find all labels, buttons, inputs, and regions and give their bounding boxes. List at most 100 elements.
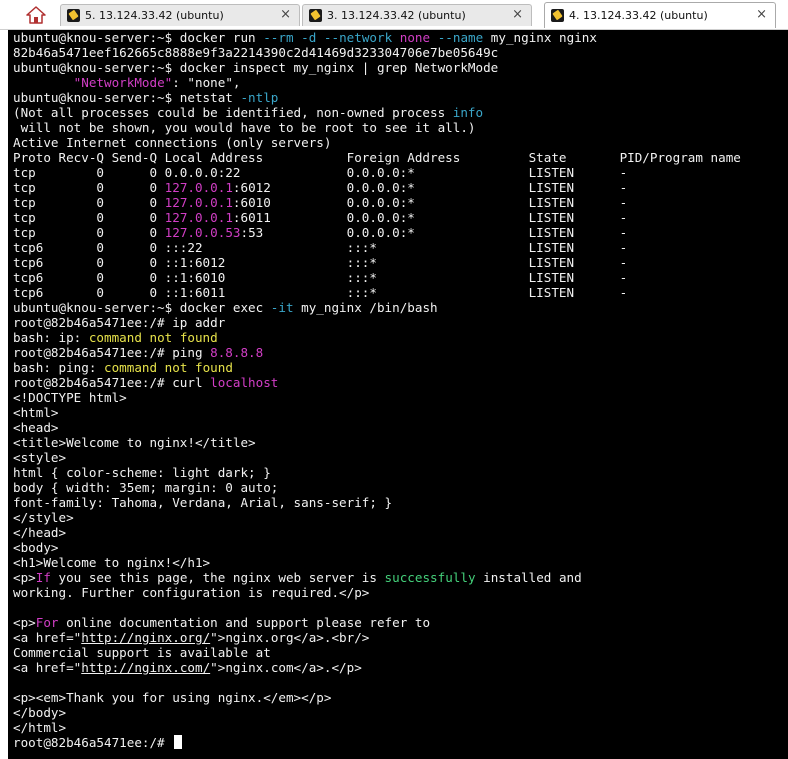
- tab-bar: 5. 13.124.33.42 (ubuntu) × 3. 13.124.33.…: [0, 0, 788, 30]
- terminal-line: <title>Welcome to nginx!</title>: [13, 435, 741, 450]
- terminal-text: ubuntu@knou-server:~$ docker run: [13, 30, 264, 45]
- home-button[interactable]: [24, 4, 48, 26]
- tab-title: 4. 13.124.33.42 (ubuntu): [569, 9, 708, 22]
- terminal-line: Active Internet connections (only server…: [13, 135, 741, 150]
- terminal-text: working. Further configuration is requir…: [13, 585, 370, 600]
- terminal-line: <h1>Welcome to nginx!</h1>: [13, 555, 741, 570]
- terminal-line: "NetworkMode": "none",: [13, 75, 741, 90]
- terminal-text: --rm: [263, 30, 294, 45]
- terminal-text: root@82b46a5471ee:/# ping: [13, 345, 211, 360]
- tab-title: 3. 13.124.33.42 (ubuntu): [327, 9, 466, 22]
- terminal-line: working. Further configuration is requir…: [13, 585, 741, 600]
- terminal-text: -d: [301, 30, 317, 45]
- terminal-line: root@82b46a5471ee:/# curl localhost: [13, 375, 741, 390]
- terminal-text: 82b46a5471eef162665c8888e9f3a2214390c2d4…: [13, 45, 499, 60]
- terminal-text: tcp 0 0: [13, 180, 165, 195]
- terminal-line: ubuntu@knou-server:~$ docker exec -it my…: [13, 300, 741, 315]
- close-icon[interactable]: ×: [512, 7, 523, 23]
- terminal-line: tcp6 0 0 :::22 :::* LISTEN -: [13, 240, 741, 255]
- terminal-icon: [551, 9, 564, 22]
- terminal-text: Proto Recv-Q Send-Q Local Address Foreig…: [13, 150, 741, 165]
- text-cursor: [174, 735, 183, 749]
- terminal-line: tcp6 0 0 ::1:6010 :::* LISTEN -: [13, 270, 741, 285]
- terminal-line: tcp6 0 0 ::1:6011 :::* LISTEN -: [13, 285, 741, 300]
- terminal-line: Proto Recv-Q Send-Q Local Address Foreig…: [13, 150, 741, 165]
- close-icon[interactable]: ×: [280, 7, 291, 23]
- terminal-text: will not be shown, you would have to be …: [13, 120, 476, 135]
- terminal-text: localhost: [210, 375, 279, 390]
- terminal-line: <p><em>Thank you for using nginx.</em></…: [13, 690, 741, 705]
- terminal-text: successfully: [384, 570, 476, 585]
- terminal-text: <title>Welcome to nginx!</title>: [13, 435, 256, 450]
- terminal-line: Commercial support is available at: [13, 645, 741, 660]
- terminal-line: <html>: [13, 405, 741, 420]
- terminal-line: </head>: [13, 525, 741, 540]
- terminal-text: tcp 0 0: [13, 225, 165, 240]
- terminal-line: <body>: [13, 540, 741, 555]
- terminal-text: http://nginx.org/: [81, 630, 211, 645]
- tab-title: 5. 13.124.33.42 (ubuntu): [85, 9, 224, 22]
- terminal-text: ubuntu@knou-server:~$ netstat: [13, 90, 241, 105]
- tab-session-5[interactable]: 5. 13.124.33.42 (ubuntu) ×: [60, 4, 300, 26]
- terminal-line: <head>: [13, 420, 741, 435]
- terminal-text: you see this page, the nginx web server …: [50, 570, 385, 585]
- terminal-line: bash: ping: command not found: [13, 360, 741, 375]
- terminal-icon: [67, 9, 80, 22]
- terminal-text: tcp 0 0: [13, 195, 165, 210]
- terminal-line: tcp6 0 0 ::1:6012 :::* LISTEN -: [13, 255, 741, 270]
- terminal-text: :53 0.0.0.0:* LISTEN -: [240, 225, 628, 240]
- terminal-text: ubuntu@knou-server:~$ docker exec: [13, 300, 271, 315]
- terminal-text: tcp6 0 0 ::1:6012 :::* LISTEN -: [13, 255, 628, 270]
- terminal-line: <p>If you see this page, the nginx web s…: [13, 570, 741, 585]
- terminal-text: <p>: [13, 615, 36, 630]
- terminal-text: :6012 0.0.0.0:* LISTEN -: [232, 180, 628, 195]
- terminal-text: <!DOCTYPE html>: [13, 390, 127, 405]
- terminal-text: Active Internet connections (only server…: [13, 135, 332, 150]
- terminal-text: ">nginx.org</a>.<br/>: [210, 630, 370, 645]
- terminal-line: tcp 0 0 127.0.0.1:6012 0.0.0.0:* LISTEN …: [13, 180, 741, 195]
- terminal-text: <p>: [13, 570, 36, 585]
- tab-session-3[interactable]: 3. 13.124.33.42 (ubuntu) ×: [302, 4, 532, 26]
- terminal-text: Commercial support is available at: [13, 645, 271, 660]
- terminal-text: root@82b46a5471ee:/# ip addr: [13, 315, 226, 330]
- terminal-text: tcp 0 0: [13, 210, 165, 225]
- terminal-line: <style>: [13, 450, 741, 465]
- terminal-line: <p>For online documentation and support …: [13, 615, 741, 630]
- terminal-text: tcp6 0 0 :::22 :::* LISTEN -: [13, 240, 628, 255]
- terminal-text: root@82b46a5471ee:/# curl: [13, 375, 211, 390]
- close-icon[interactable]: ×: [756, 7, 767, 23]
- terminal-text: tcp6 0 0 ::1:6011 :::* LISTEN -: [13, 285, 628, 300]
- terminal-text: "NetworkMode": [73, 75, 173, 90]
- terminal-text: font-family: Tahoma, Verdana, Arial, san…: [13, 495, 393, 510]
- terminal-text: bash: ping:: [13, 360, 104, 375]
- terminal-text: body { width: 35em; margin: 0 auto;: [13, 480, 279, 495]
- terminal-text: <head>: [13, 420, 59, 435]
- tab-session-4[interactable]: 4. 13.124.33.42 (ubuntu) ×: [544, 2, 776, 28]
- terminal-text: online documentation and support please …: [58, 615, 431, 630]
- terminal-text: 127.0.0.1: [164, 210, 233, 225]
- terminal-text: command not found: [88, 330, 218, 345]
- terminal-line: ubuntu@knou-server:~$ netstat -ntlp: [13, 90, 741, 105]
- terminal-text: tcp 0 0 0.0.0.0:22 0.0.0.0:* LISTEN -: [13, 165, 628, 180]
- terminal-text: </style>: [13, 510, 74, 525]
- terminal-output: ubuntu@knou-server:~$ docker run --rm -d…: [13, 30, 741, 750]
- terminal-line: root@82b46a5471ee:/#: [13, 735, 741, 750]
- terminal-text: tcp6 0 0 ::1:6010 :::* LISTEN -: [13, 270, 628, 285]
- terminal-line: root@82b46a5471ee:/# ping 8.8.8.8: [13, 345, 741, 360]
- terminal-text: bash: ip:: [13, 330, 89, 345]
- terminal-text: <a href=": [13, 660, 82, 675]
- terminal-text: root@82b46a5471ee:/#: [13, 735, 173, 750]
- terminal-window[interactable]: ubuntu@knou-server:~$ docker run --rm -d…: [8, 30, 788, 759]
- terminal-line: html { color-scheme: light dark; }: [13, 465, 741, 480]
- terminal-line: body { width: 35em; margin: 0 auto;: [13, 480, 741, 495]
- terminal-text: <p><em>Thank you for using nginx.</em></…: [13, 690, 332, 705]
- terminal-line: ubuntu@knou-server:~$ docker run --rm -d…: [13, 30, 741, 45]
- terminal-line: tcp 0 0 127.0.0.53:53 0.0.0.0:* LISTEN -: [13, 225, 741, 240]
- terminal-text: <a href=": [13, 630, 82, 645]
- terminal-text: http://nginx.com/: [81, 660, 211, 675]
- home-icon: [26, 6, 46, 24]
